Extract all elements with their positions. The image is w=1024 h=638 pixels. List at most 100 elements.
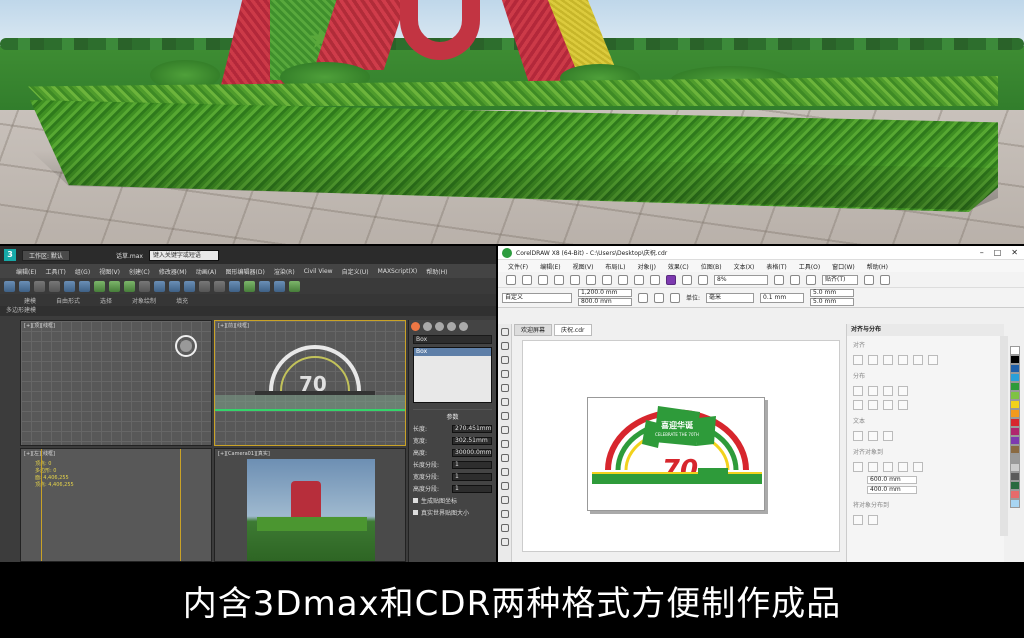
- menu-item[interactable]: 位图(B): [701, 262, 722, 271]
- text-first-line-icon[interactable]: [853, 431, 863, 441]
- angle-snap-icon[interactable]: [169, 280, 180, 292]
- pick-tool-icon[interactable]: [500, 328, 509, 336]
- swatch[interactable]: [1010, 463, 1020, 472]
- modify-tab-icon[interactable]: [423, 322, 432, 331]
- tab-welcome[interactable]: 欢迎屏幕: [514, 324, 553, 336]
- checkbox-map-coords[interactable]: 生成贴图坐标: [413, 496, 492, 505]
- polygon-tool-icon[interactable]: [500, 440, 509, 448]
- render-frame-icon[interactable]: [289, 280, 300, 292]
- swatch[interactable]: [1010, 490, 1020, 499]
- paste-icon[interactable]: [602, 274, 612, 285]
- ribbon-tab[interactable]: 建模: [24, 296, 36, 305]
- align-left-icon[interactable]: [853, 355, 863, 365]
- checkbox-icon[interactable]: [413, 498, 418, 503]
- swatch[interactable]: [1010, 364, 1020, 373]
- distribute-left-icon[interactable]: [853, 386, 863, 396]
- select-region-icon[interactable]: [79, 280, 90, 292]
- scale-icon[interactable]: [124, 280, 135, 292]
- options-icon[interactable]: [864, 274, 874, 285]
- selection-extent-icon[interactable]: [853, 515, 863, 525]
- unlink-icon[interactable]: [49, 280, 60, 292]
- snap-to-dropdown[interactable]: 贴齐(T): [822, 274, 858, 285]
- menu-item[interactable]: 工具(T): [45, 267, 65, 276]
- modifier-list[interactable]: Box: [413, 347, 492, 403]
- menu-item[interactable]: 文件(F): [508, 262, 528, 271]
- viewport-label[interactable]: [+][Camera01][真实]: [218, 450, 270, 457]
- rulers-icon[interactable]: [790, 274, 800, 285]
- menu-item[interactable]: Civil View: [304, 268, 333, 275]
- render-setup-icon[interactable]: [259, 280, 270, 292]
- search-input[interactable]: 键入关键字或短语: [148, 249, 219, 261]
- layer-icon[interactable]: [229, 280, 240, 292]
- page-center-icon[interactable]: [883, 462, 893, 472]
- menu-item[interactable]: 文本(X): [734, 262, 755, 271]
- menu-item[interactable]: 图形编辑器(D): [226, 267, 265, 276]
- drop-shadow-icon[interactable]: [500, 496, 509, 504]
- distribute-vcenter-icon[interactable]: [868, 400, 878, 410]
- import-icon[interactable]: [682, 274, 692, 285]
- swatch[interactable]: [1010, 472, 1020, 481]
- menu-item[interactable]: 工具(O): [799, 262, 820, 271]
- parallel-dimension-icon[interactable]: [500, 468, 509, 476]
- menu-item[interactable]: 对象(J): [637, 262, 655, 271]
- render-icon[interactable]: [274, 280, 285, 292]
- pivot-icon[interactable]: [139, 280, 150, 292]
- swatch[interactable]: [1010, 400, 1020, 409]
- print-icon[interactable]: [554, 274, 564, 285]
- tab-document[interactable]: 庆祝.cdr: [554, 324, 592, 336]
- swatch[interactable]: [1010, 409, 1020, 418]
- zoom-tool-icon[interactable]: [500, 370, 509, 378]
- menu-item[interactable]: 创建(C): [129, 267, 150, 276]
- viewport-left[interactable]: [+][左][线框] 顶点: 0 多边形: 0 面: 4,406,255 顶点:…: [20, 448, 212, 562]
- landscape-icon[interactable]: [654, 292, 664, 303]
- save-icon[interactable]: [538, 274, 548, 285]
- viewport-front[interactable]: [+][前][线框] 70: [214, 320, 406, 446]
- swatch[interactable]: [1010, 373, 1020, 382]
- undo-icon[interactable]: [618, 274, 628, 285]
- cut-icon[interactable]: [570, 274, 580, 285]
- align-icon[interactable]: [214, 280, 225, 292]
- menu-item[interactable]: 布局(L): [605, 262, 625, 271]
- text-tool-icon[interactable]: [500, 454, 509, 462]
- duplicate-y-input[interactable]: 5.0 mm: [810, 298, 855, 306]
- crop-tool-icon[interactable]: [500, 356, 509, 364]
- menu-item[interactable]: 编辑(E): [16, 267, 36, 276]
- page-width-input[interactable]: 1,200.0 mm: [578, 289, 632, 297]
- viewport-perspective[interactable]: [+][Camera01][真实]: [214, 448, 406, 562]
- menu-item[interactable]: 组(G): [75, 267, 90, 276]
- swatch[interactable]: [1010, 355, 1020, 364]
- distribute-space-icon[interactable]: [898, 386, 908, 396]
- param-value[interactable]: 302.51mm: [452, 436, 492, 445]
- page-extent-icon[interactable]: [868, 515, 878, 525]
- material-editor-icon[interactable]: [244, 280, 255, 292]
- page-preset-select[interactable]: 自定义: [502, 292, 572, 303]
- swatch[interactable]: [1010, 499, 1020, 508]
- menu-item[interactable]: 帮助(H): [867, 262, 888, 271]
- mirror-icon[interactable]: [199, 280, 210, 292]
- page-height-input[interactable]: 800.0 mm: [578, 298, 632, 306]
- freehand-tool-icon[interactable]: [500, 384, 509, 392]
- link-icon[interactable]: [34, 280, 45, 292]
- swatch[interactable]: [1010, 481, 1020, 490]
- nudge-input[interactable]: 0.1 mm: [760, 292, 805, 303]
- open-file-icon[interactable]: [522, 274, 532, 285]
- all-pages-icon[interactable]: [670, 292, 680, 303]
- shape-tool-icon[interactable]: [500, 342, 509, 350]
- display-tab-icon[interactable]: [459, 322, 468, 331]
- duplicate-x-input[interactable]: 5.0 mm: [810, 289, 855, 297]
- menu-item[interactable]: 渲染(R): [274, 267, 295, 276]
- menu-item[interactable]: 表格(T): [766, 262, 786, 271]
- menu-item[interactable]: 帮助(H): [426, 267, 447, 276]
- align-center-icon[interactable]: [868, 355, 878, 365]
- create-tab-icon[interactable]: [411, 322, 420, 331]
- undo-icon[interactable]: [4, 280, 15, 292]
- param-value[interactable]: 1: [452, 484, 492, 493]
- transparency-icon[interactable]: [500, 510, 509, 518]
- param-value[interactable]: 30000.0mm: [452, 448, 492, 457]
- specified-point-icon[interactable]: [913, 462, 923, 472]
- zoom-level-select[interactable]: 8%: [714, 274, 768, 285]
- interactive-fill-icon[interactable]: [500, 538, 509, 546]
- align-y-input[interactable]: 400.0 mm: [867, 486, 917, 494]
- new-file-icon[interactable]: [506, 274, 516, 285]
- menu-item[interactable]: 视图(V): [99, 267, 120, 276]
